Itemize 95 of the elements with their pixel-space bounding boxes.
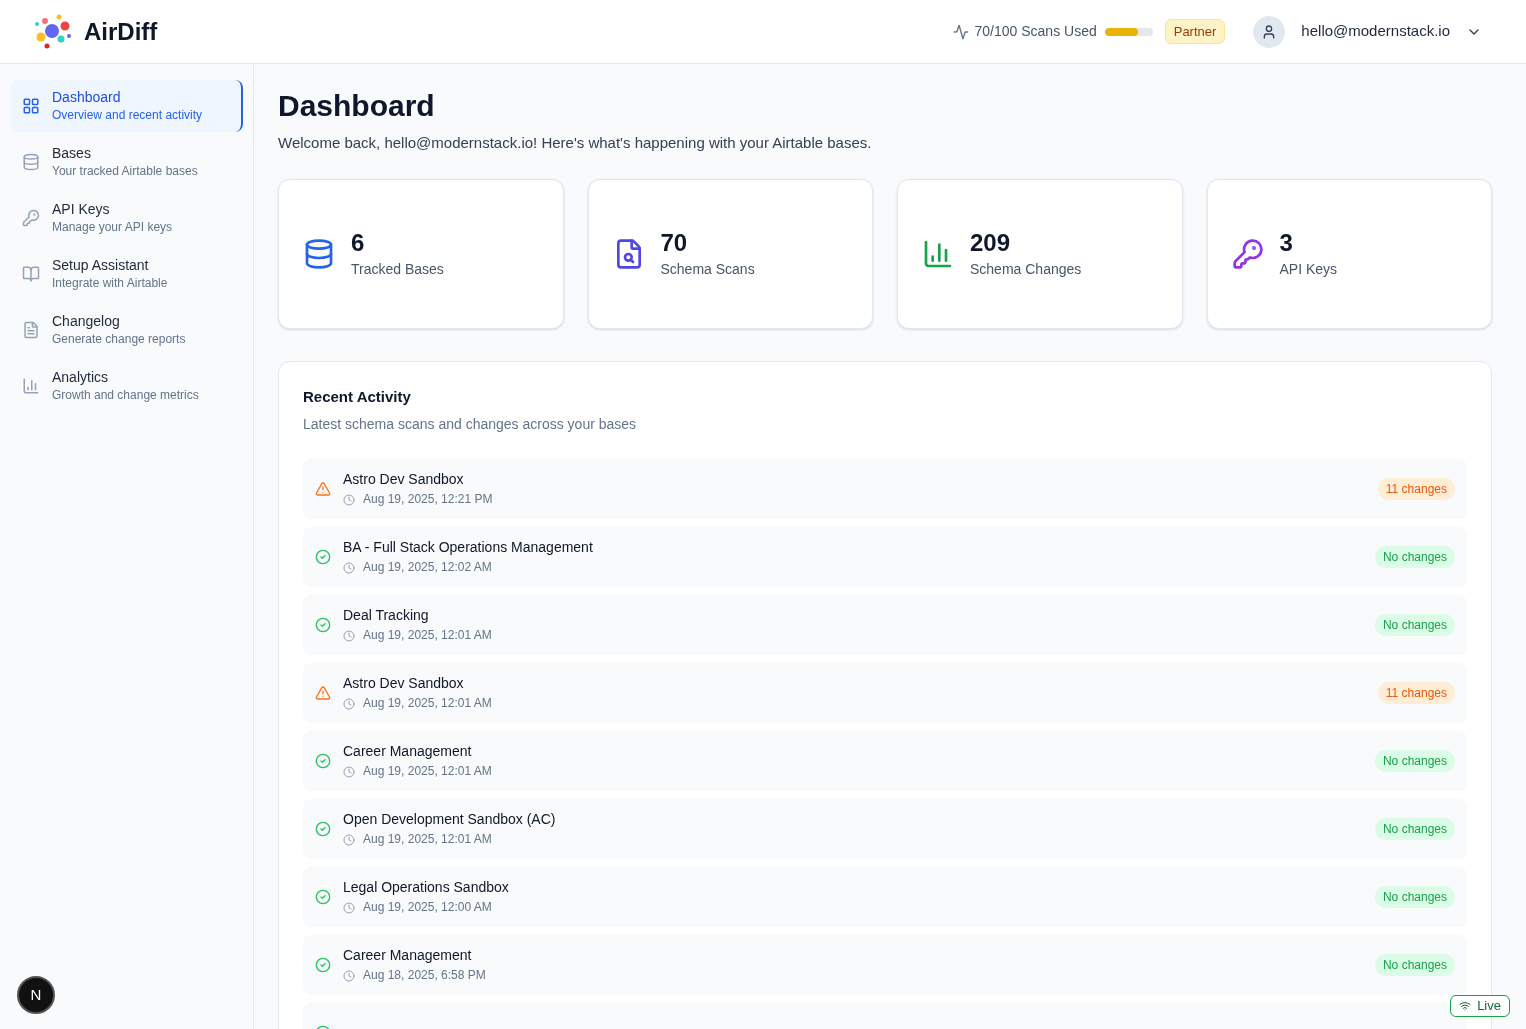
clock-icon	[343, 561, 355, 574]
base-name: Astro Dev Sandbox	[343, 470, 465, 489]
key-icon	[1231, 237, 1264, 270]
sidebar-item-label: API Keys	[52, 200, 111, 219]
sidebar-item-label: Changelog	[52, 312, 121, 331]
base-name: Astro Dev Sandbox	[343, 674, 465, 693]
sidebar-item-label: Analytics	[52, 368, 110, 387]
stat-value: 209	[970, 228, 1012, 258]
stat-label: Tracked Bases	[351, 260, 444, 279]
changes-badge: No changes	[1374, 818, 1455, 840]
section-title: Recent Activity	[303, 386, 412, 407]
base-name: Legal Operations Sandbox	[343, 878, 509, 897]
activity-row[interactable]: Career Management Aug 19, 2025, 12:01 AM No changes	[303, 731, 1467, 791]
book-icon	[22, 265, 40, 283]
live-label: Live	[1477, 997, 1501, 1016]
stat-value: 70	[660, 228, 689, 258]
changes-badge: No changes	[1374, 546, 1455, 568]
base-name: Career Management	[343, 946, 473, 965]
stat-label: Schema Changes	[970, 260, 1082, 279]
sidebar-item-description: Integrate with Airtable	[52, 276, 168, 292]
check-circle-icon	[315, 821, 331, 837]
scan-time: Aug 19, 2025, 12:01 AM	[363, 832, 492, 848]
base-name: Open Development Sandbox (AC)	[343, 810, 556, 829]
corner-button[interactable]: N	[17, 976, 55, 1014]
clock-icon	[343, 765, 355, 778]
sidebar-item[interactable]: Dashboard Overview and recent activity	[10, 80, 243, 132]
changes-badge: No changes	[1374, 954, 1455, 976]
sidebar-item-description: Growth and change metrics	[52, 388, 199, 404]
usage-text: 70/100 Scans Used	[974, 22, 1097, 41]
sidebar-item-label: Dashboard	[52, 88, 122, 107]
page-title: Dashboard	[278, 88, 436, 124]
page-subtitle: Welcome back, hello@modernstack.io! Here's what's happening with your Airtable bases.	[278, 133, 873, 153]
plan-badge: Partner	[1164, 18, 1226, 45]
clock-icon	[343, 969, 355, 982]
clock-icon	[343, 493, 355, 506]
sidebar-item-description: Generate change reports	[52, 332, 186, 348]
sidebar-item[interactable]: Changelog Generate change reports	[10, 304, 243, 356]
scan-time: Aug 19, 2025, 12:01 AM	[363, 764, 492, 780]
sidebar-item-label: Setup Assistant	[52, 256, 150, 275]
bar-chart-icon	[22, 377, 40, 395]
check-circle-icon	[315, 753, 331, 769]
sidebar-item-label: Bases	[52, 144, 92, 163]
document-icon	[22, 321, 40, 339]
activity-row[interactable]: Deal Tracking Aug 19, 2025, 12:01 AM No changes	[303, 595, 1467, 655]
activity-row[interactable]: Open Development Sandbox (AC) Aug 19, 2025, 12:01 AM No changes	[303, 799, 1467, 859]
scan-time: Aug 18, 2025, 6:58 PM	[363, 968, 486, 984]
base-name: Career Management	[343, 742, 473, 761]
activity-row[interactable]: Astro Dev Sandbox Aug 19, 2025, 12:21 PM 11 changes	[303, 459, 1467, 519]
stat-value: 3	[1279, 228, 1294, 258]
scan-time: Aug 19, 2025, 12:02 AM	[363, 560, 492, 576]
sidebar-item-description: Overview and recent activity	[52, 108, 203, 124]
clock-icon	[343, 697, 355, 710]
database-icon	[303, 237, 335, 270]
stat-label: Schema Scans	[660, 260, 755, 279]
sidebar-item-description: Your tracked Airtable bases	[52, 164, 198, 180]
warning-icon	[315, 685, 331, 701]
sidebar-item[interactable]: Analytics Growth and change metrics	[10, 360, 243, 412]
scan-time: Aug 19, 2025, 12:21 PM	[363, 492, 493, 508]
warning-icon	[315, 481, 331, 497]
check-circle-icon	[315, 889, 331, 905]
base-name: BA - Full Stack Operations Management	[343, 538, 593, 557]
key-icon	[22, 209, 40, 227]
activity-row[interactable]: Legal Operations Sandbox Aug 19, 2025, 12:00 AM No changes	[303, 867, 1467, 927]
sidebar-item[interactable]: API Keys Manage your API keys	[10, 192, 243, 244]
scan-time: Aug 19, 2025, 12:01 AM	[363, 628, 492, 644]
changes-badge: 11 changes	[1377, 682, 1455, 704]
base-name: Deal Tracking	[343, 606, 430, 625]
user-email[interactable]: hello@modernstack.io	[1301, 20, 1450, 43]
check-circle-icon	[315, 549, 331, 565]
grid-icon	[22, 97, 40, 115]
activity-icon	[952, 23, 969, 40]
scan-time: Aug 19, 2025, 12:01 AM	[363, 696, 492, 712]
avatar[interactable]	[1253, 15, 1286, 48]
clock-icon	[343, 901, 355, 914]
sidebar-item[interactable]: Setup Assistant Integrate with Airtable	[10, 248, 243, 300]
wifi-icon	[1459, 1000, 1472, 1012]
changes-badge: 11 changes	[1377, 478, 1455, 500]
activity-row[interactable]: BA - Full Stack Operations Management Aug 19, 2025, 12:02 AM No changes	[303, 527, 1467, 587]
activity-row[interactable]: Career Management Aug 18, 2025, 6:58 PM No changes	[303, 935, 1467, 995]
check-circle-icon	[315, 957, 331, 973]
sidebar-item-description: Manage your API keys	[52, 220, 173, 236]
stat-value: 6	[351, 228, 366, 258]
stat-label: API Keys	[1279, 260, 1338, 279]
scan-time: Aug 19, 2025, 12:00 AM	[363, 900, 492, 916]
section-subtitle: Latest schema scans and changes across your bases	[303, 415, 638, 434]
clock-icon	[343, 629, 355, 642]
check-circle-icon	[315, 617, 331, 633]
clock-icon	[343, 833, 355, 846]
changes-badge: No changes	[1374, 614, 1455, 636]
changes-badge: No changes	[1374, 750, 1455, 772]
sidebar-item[interactable]: Bases Your tracked Airtable bases	[10, 136, 243, 188]
brand-name: AirDiff	[84, 16, 158, 47]
database-icon	[22, 153, 40, 171]
changes-badge: No changes	[1374, 886, 1455, 908]
activity-row[interactable]: Astro Dev Sandbox Aug 19, 2025, 12:01 AM 11 changes	[303, 663, 1467, 723]
